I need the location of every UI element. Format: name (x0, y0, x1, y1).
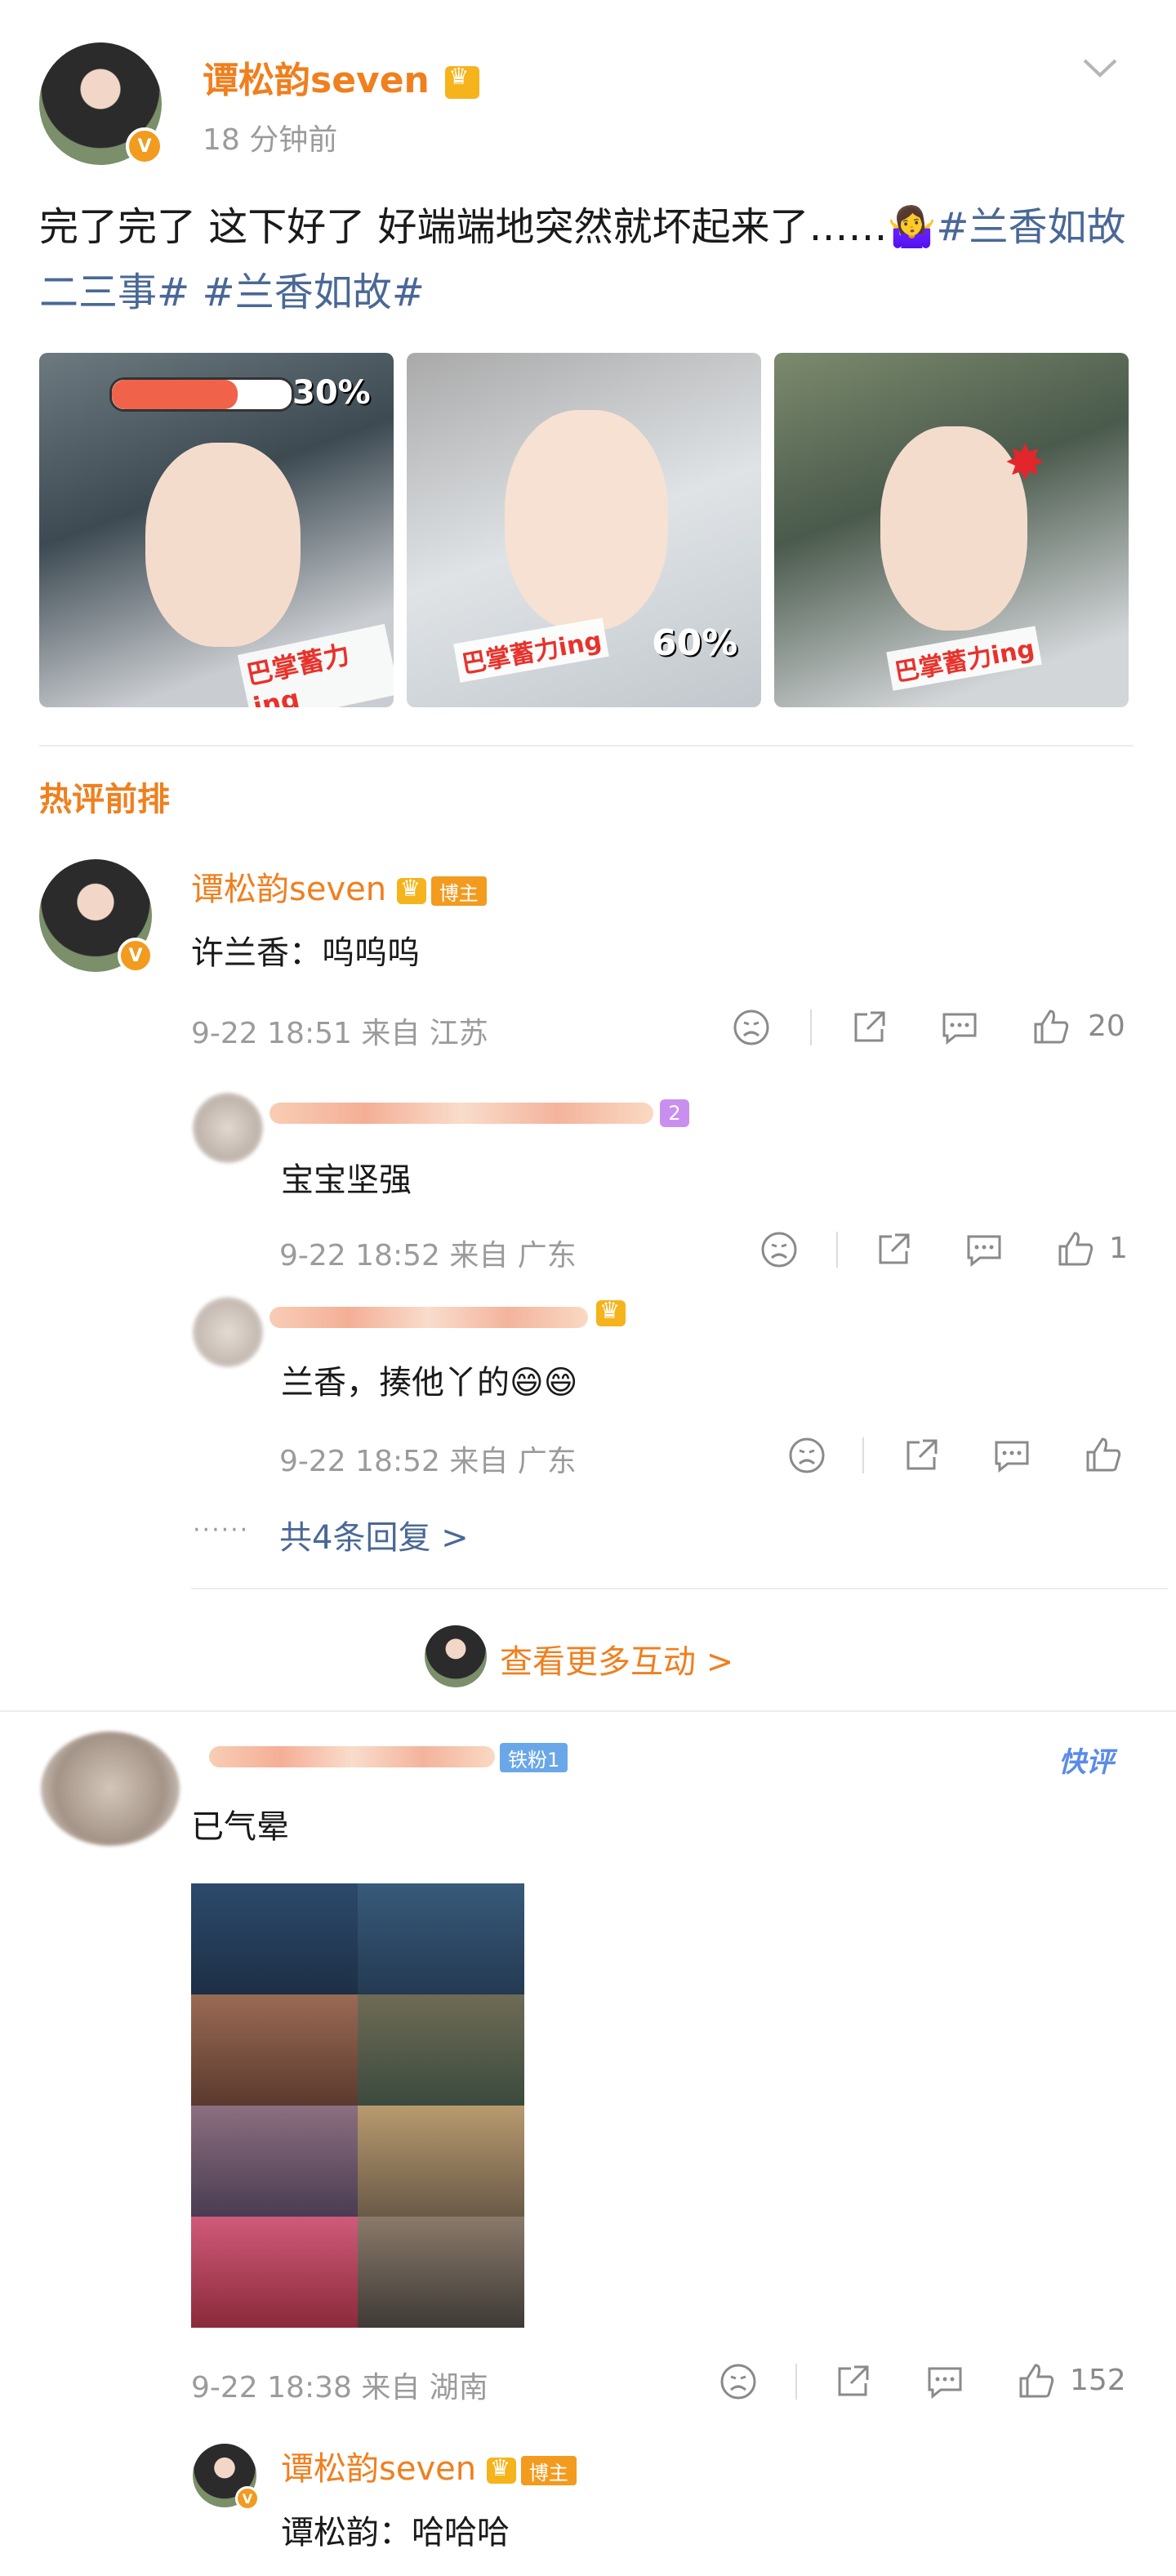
comment-image[interactable] (191, 1883, 524, 2328)
reply-text: 兰香，揍他丫的😄😄 (281, 1364, 578, 1402)
reply-author[interactable]: 谭松韵seven 博主 (281, 2442, 577, 2489)
comment-meta: 9-22 18:38 来自 湖南 (191, 2371, 488, 2404)
comment-author-blurred[interactable] (209, 1746, 495, 1767)
level-badge: 2 (660, 1099, 689, 1127)
owner-badge: 博主 (520, 2456, 577, 2485)
like-count: 1 (1109, 1232, 1128, 1265)
like-icon[interactable] (1055, 1228, 1096, 1269)
overlay-text: 巴掌蓄力ing (886, 626, 1042, 691)
reply-meta: 9-22 18:52 来自 广东 (279, 1239, 577, 1272)
comment-icon[interactable] (924, 2362, 965, 2401)
dots: ······ (193, 1516, 250, 1544)
image-tile (191, 1994, 358, 2106)
owner-badge: 博主 (430, 876, 487, 906)
crown-icon (486, 2454, 516, 2484)
comment-author[interactable]: 谭松韵seven 博主 (191, 862, 487, 910)
reply-author-blurred[interactable] (270, 1307, 588, 1328)
comment-text: 已气晕 (191, 1808, 289, 1846)
comment-icon[interactable] (991, 1436, 1032, 1475)
like-count: 20 (1088, 1009, 1125, 1043)
action-divider (810, 1009, 812, 1045)
action-divider (862, 1437, 864, 1473)
reply-meta: 9-22 18:52 来自 广东 (279, 1445, 577, 1478)
post-author-name[interactable]: 谭松韵seven (203, 51, 480, 103)
verified-icon: V (126, 127, 163, 165)
overlay-text: 巴掌蓄力ing (453, 617, 609, 683)
section-divider (39, 745, 1134, 747)
like-icon[interactable] (1016, 2360, 1057, 2401)
anger-icon: ✸ (1004, 435, 1046, 492)
reply-divider (191, 1588, 1168, 1589)
reply-avatar[interactable] (193, 1093, 263, 1163)
verified-icon: V (235, 2486, 260, 2511)
crown-icon (596, 1297, 626, 1326)
post-body: 完了完了 这下好了 好端端地突然就坏起来了……🤷‍♀️#兰香如故二三事# #兰香… (39, 194, 1134, 325)
comment-avatar[interactable] (41, 1731, 180, 1846)
image-tile (358, 1994, 524, 2106)
face (505, 410, 668, 631)
action-divider (795, 2364, 797, 2400)
dislike-icon[interactable] (732, 1008, 771, 1047)
post-image-1[interactable]: 30% 巴掌蓄力ing (39, 353, 394, 707)
more-replies-link[interactable]: 共4条回复 > (279, 1511, 469, 1558)
progress-label: 60% (652, 622, 738, 664)
like-count: 152 (1070, 2364, 1126, 2397)
fan-badge: 铁粉1 (500, 1743, 568, 1772)
section-divider (0, 1710, 1176, 1712)
hot-comments-title: 热评前排 (39, 781, 170, 818)
view-more-link[interactable]: 查看更多互动 > (500, 1635, 733, 1682)
share-icon[interactable] (849, 1008, 889, 1047)
chevron-down-icon[interactable] (1081, 56, 1119, 80)
progress-fill (112, 380, 238, 409)
reply-text: 宝宝坚强 (281, 1161, 412, 1199)
reply-author-label[interactable]: 谭松韵seven (281, 2450, 476, 2488)
share-icon[interactable] (833, 2362, 872, 2401)
image-tile (358, 2217, 524, 2328)
share-icon[interactable] (874, 1230, 913, 1269)
face (145, 443, 301, 647)
post-image-3[interactable]: ✸ 巴掌蓄力ing (774, 353, 1129, 707)
comment-text: 许兰香：呜呜呜 (191, 934, 420, 972)
image-tile (191, 2106, 358, 2217)
view-more-avatar (425, 1625, 487, 1687)
dislike-icon[interactable] (760, 1230, 799, 1269)
comment-meta: 9-22 18:51 来自 江苏 (191, 1017, 488, 1050)
post-time: 18 分钟前 (203, 123, 338, 157)
crown-icon (396, 875, 426, 904)
image-tile (358, 2106, 524, 2217)
progress-label: 30% (292, 374, 371, 412)
post-image-2[interactable]: 巴掌蓄力ing 60% (407, 353, 761, 707)
action-divider (836, 1232, 838, 1268)
comment-author-label[interactable]: 谭松韵seven (191, 871, 386, 908)
dislike-icon[interactable] (719, 2362, 758, 2401)
like-icon[interactable] (1083, 1434, 1124, 1475)
verified-icon: V (118, 938, 154, 974)
crown-icon (445, 63, 480, 99)
image-tile (191, 1883, 358, 1994)
progress-bar (109, 377, 294, 412)
comment-icon[interactable] (939, 1008, 980, 1047)
like-icon[interactable] (1031, 1006, 1071, 1047)
dislike-icon[interactable] (787, 1436, 826, 1475)
comment-icon[interactable] (964, 1230, 1004, 1269)
quick-reply-button[interactable]: 快评 (1058, 1740, 1114, 1780)
hashtag-link-2[interactable]: #兰香如故# (203, 270, 425, 315)
image-tile (358, 1883, 524, 1994)
post-author-label[interactable]: 谭松韵seven (203, 60, 430, 101)
share-icon[interactable] (902, 1436, 941, 1475)
post-text: 完了完了 这下好了 好端端地突然就坏起来了……🤷‍♀️ (39, 204, 937, 250)
reply-text: 谭松韵：哈哈哈 (281, 2514, 510, 2551)
reply-avatar[interactable] (193, 1297, 263, 1367)
reply-author-blurred[interactable] (270, 1103, 653, 1124)
image-tile (191, 2217, 358, 2328)
